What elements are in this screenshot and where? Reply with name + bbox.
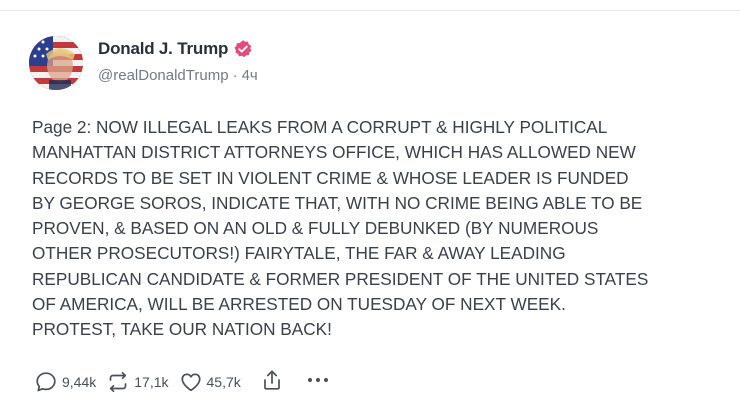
more-icon <box>305 377 331 396</box>
reply-button[interactable]: 9,44k <box>34 370 96 394</box>
like-button[interactable]: 45,7k <box>179 370 241 394</box>
share-button[interactable] <box>261 368 283 397</box>
post-timestamp[interactable]: 4ч <box>242 67 258 84</box>
post-actions: 9,44k 17,1k 45,7k <box>34 368 331 397</box>
author-handle[interactable]: @realDonaldTrump <box>98 67 229 84</box>
share-icon <box>261 369 283 396</box>
reply-count: 9,44k <box>62 374 97 390</box>
avatar-image <box>29 36 83 90</box>
comment-icon <box>34 370 58 394</box>
post-card: Donald J. Trump @realDonaldTrump · 4ч Pa… <box>0 11 740 417</box>
post-body-text: Page 2: NOW ILLEGAL LEAKS FROM A CORRUPT… <box>32 117 649 340</box>
author-meta: @realDonaldTrump · 4ч <box>98 67 258 84</box>
repost-icon <box>106 370 130 394</box>
repost-button[interactable]: 17,1k <box>106 370 169 394</box>
verified-badge-icon <box>233 39 253 59</box>
like-count: 45,7k <box>206 374 241 390</box>
more-options-button[interactable] <box>305 368 331 397</box>
meta-separator: · <box>232 67 238 84</box>
avatar[interactable] <box>29 36 83 90</box>
repost-count: 17,1k <box>134 374 169 390</box>
author-row: Donald J. Trump <box>98 38 253 60</box>
heart-icon <box>179 370 203 394</box>
author-display-name[interactable]: Donald J. Trump <box>98 39 228 59</box>
